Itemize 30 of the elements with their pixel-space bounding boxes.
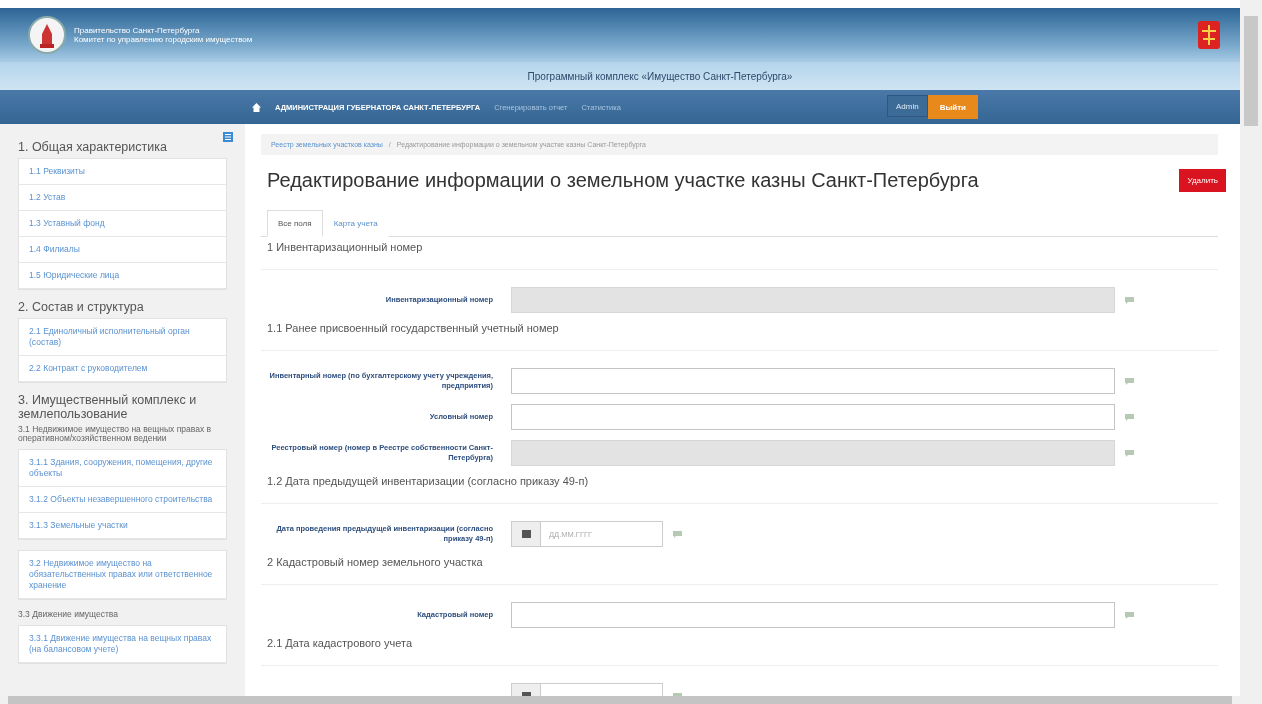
page-title: Редактирование информации о земельном участке казны Санкт-Петербурга: [267, 169, 979, 192]
sidebar-link[interactable]: 1.2 Устав: [19, 185, 226, 211]
section-heading: 2 Кадастровый номер земельного участка: [261, 556, 1218, 585]
section-title: 3. Имущественный комплекс и землепользование: [18, 393, 198, 421]
sidebar-link[interactable]: 3.1.3 Земельные участки: [19, 513, 226, 539]
sidebar-link[interactable]: 3.2 Недвижимое имущество на обязательственных правах или ответственное хранение: [19, 551, 226, 599]
sidebar-link[interactable]: 3.3.1 Движение имущества на вещных правах (на балансовом учете): [19, 626, 226, 663]
user-button[interactable]: Admin: [886, 95, 928, 117]
section-heading: 1.1 Ранее присвоенный государственный учетный номер: [261, 322, 1218, 351]
sidebar-link[interactable]: 1.1 Реквизиты: [19, 159, 226, 185]
section-title: 1. Общая характеристика: [18, 140, 168, 154]
section-heading: 1.2 Дата предыдущей инвентаризации (согласно приказу 49-п): [261, 475, 1218, 504]
group-title: 3.3 Движение имущества: [18, 610, 119, 619]
sidebar-link[interactable]: 1.5 Юридические лица: [19, 263, 226, 289]
sidebar-link[interactable]: 3.1.2 Объекты незавершенного строительства: [19, 487, 226, 513]
sidebar-link[interactable]: 2.2 Контракт с руководителем: [19, 356, 226, 382]
sidebar-link[interactable]: 3.1.1 Здания, сооружения, помещения, другие объекты: [19, 450, 226, 487]
organization-name: Правительство Санкт-Петербурга: [74, 26, 201, 35]
sidebar-link[interactable]: 1.3 Уставный фонд: [19, 211, 226, 237]
tab[interactable]: Все поля: [267, 210, 323, 237]
section-title: 2. Состав и структура: [18, 300, 145, 314]
system-title: Программный комплекс «Имущество Санкт-Петербурга»: [527, 70, 793, 82]
sidebar-link[interactable]: 2.1 Единоличный исполнительный орган (состав): [19, 319, 226, 356]
section-heading: 2.1 Дата кадастрового учета: [261, 637, 1218, 666]
sidebar-link[interactable]: 1.4 Филиалы: [19, 237, 226, 263]
logout-button[interactable]: Выйти: [927, 95, 978, 119]
delete-button[interactable]: Удалить: [1179, 169, 1226, 192]
organization-name: Комитет по управлению городским имуществом: [74, 35, 254, 44]
section-heading: 1 Инвентаризационный номер: [261, 241, 1218, 270]
group-title: 3.1 Недвижимое имущество на вещных правах в оперативном/хозяйственном ведении: [18, 425, 213, 443]
